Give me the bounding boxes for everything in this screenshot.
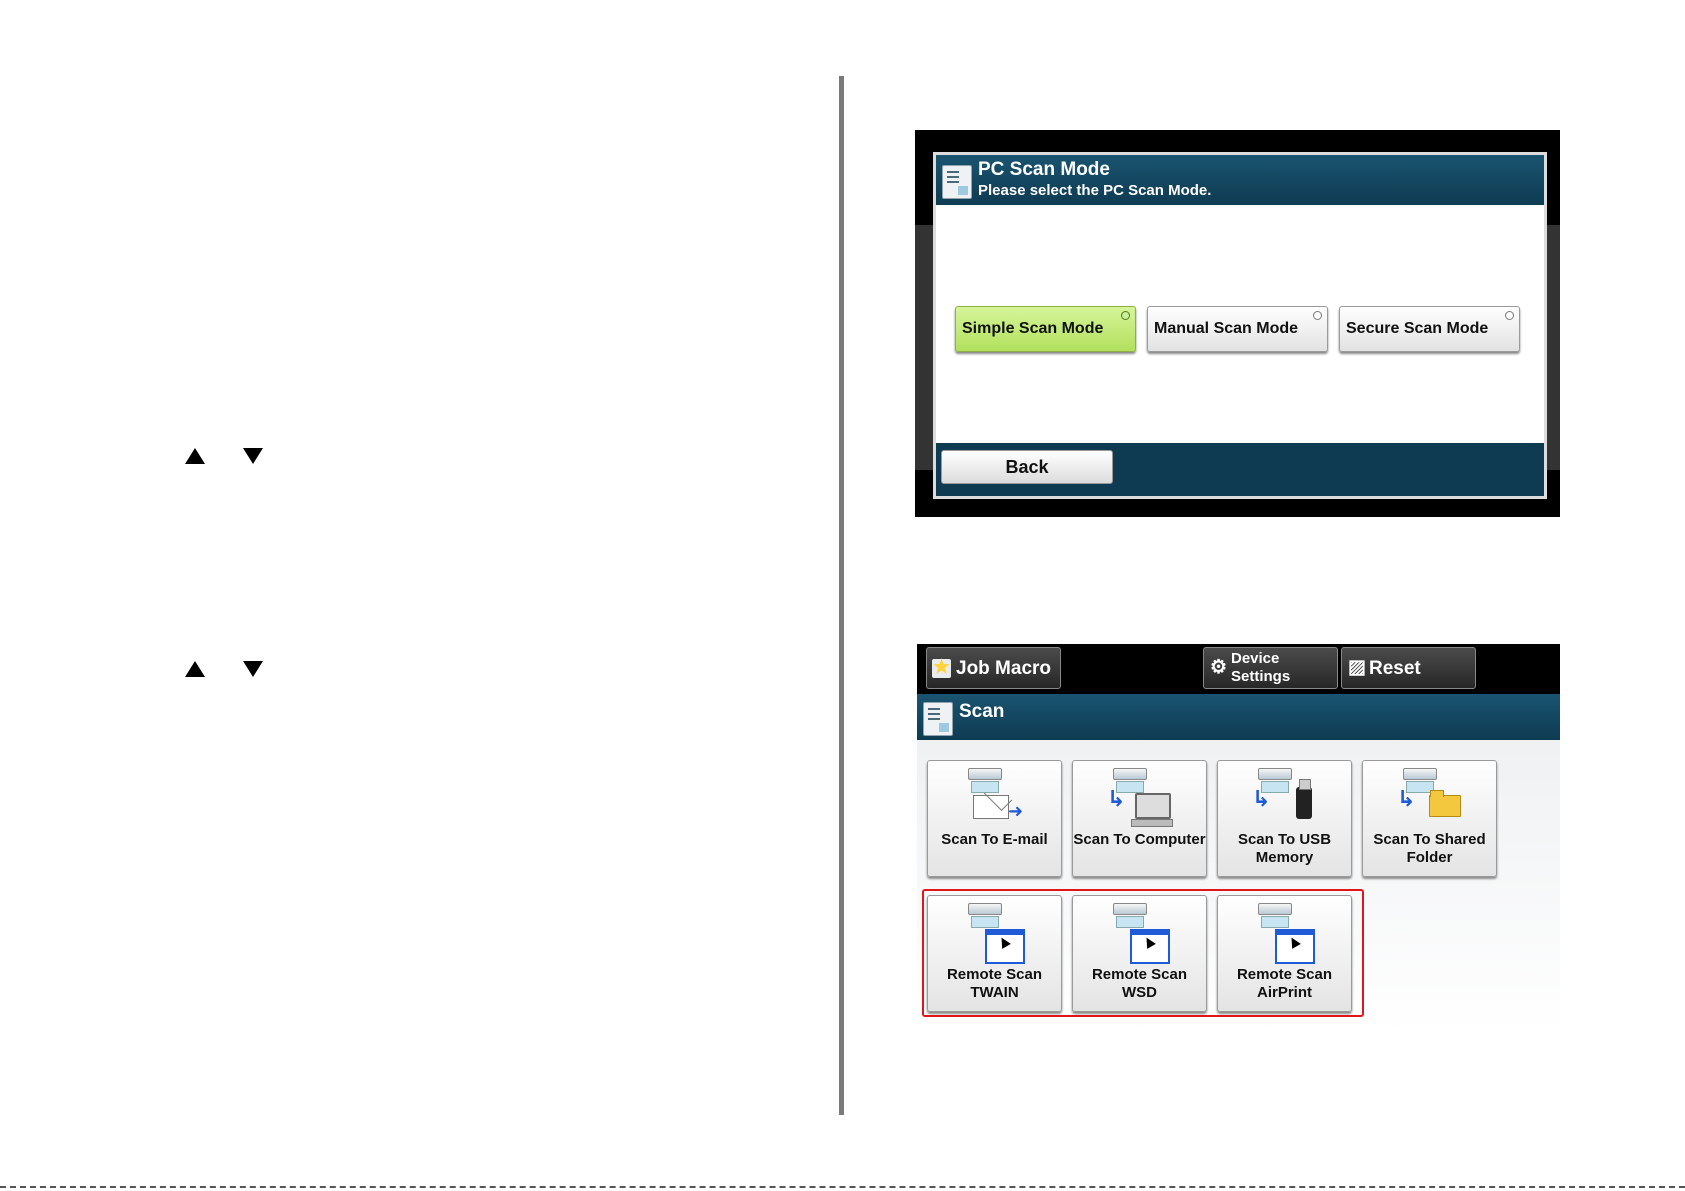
scan-to-usb-memory-tile[interactable]: ↳ Scan To USB Memory xyxy=(1217,760,1352,877)
gear-icon: ⚙ xyxy=(1210,657,1228,678)
selected-indicator-icon xyxy=(1121,311,1130,320)
screen-bezel xyxy=(915,225,933,470)
reset-label: Reset xyxy=(1369,658,1421,679)
dialog-frame: PC Scan Mode Please select the PC Scan M… xyxy=(933,152,1547,499)
tile-label: Scan To Shared Folder xyxy=(1373,831,1486,866)
dialog-body: Simple Scan Mode Manual Scan Mode Secure… xyxy=(936,205,1544,443)
remote-scan-highlight-box xyxy=(922,889,1364,1017)
simple-scan-mode-button[interactable]: Simple Scan Mode xyxy=(955,306,1136,352)
top-bar: ★ Job Macro ⚙ Device Settings ▨ Reset xyxy=(917,644,1560,694)
dialog-title: PC Scan Mode xyxy=(978,159,1110,180)
scanner-icon xyxy=(968,768,1002,793)
dialog-header: PC Scan Mode Please select the PC Scan M… xyxy=(936,155,1544,205)
mode-label: Secure Scan Mode xyxy=(1346,320,1489,337)
scan-document-icon xyxy=(923,702,953,736)
envelope-icon xyxy=(973,795,1009,819)
manual-scan-mode-button[interactable]: Manual Scan Mode xyxy=(1147,306,1328,352)
reset-button[interactable]: ▨ Reset xyxy=(1341,647,1476,689)
up-arrow-icon xyxy=(185,448,205,464)
scan-document-icon xyxy=(942,165,972,199)
dialog-subtitle: Please select the PC Scan Mode. xyxy=(978,182,1212,199)
page-bottom-rule xyxy=(0,1186,1685,1188)
mode-label: Simple Scan Mode xyxy=(962,320,1104,337)
unselected-indicator-icon xyxy=(1505,311,1514,320)
tile-label: Scan To USB Memory xyxy=(1237,831,1332,866)
scan-to-computer-tile[interactable]: ↳ Scan To Computer xyxy=(1072,760,1207,877)
device-settings-button[interactable]: ⚙ Device Settings xyxy=(1203,647,1338,689)
column-divider xyxy=(839,76,844,1115)
tile-label: Scan To E-mail xyxy=(941,831,1048,848)
curved-arrow-icon: ↳ xyxy=(1397,787,1416,812)
scan-to-email-tile[interactable]: ➜ Scan To E-mail xyxy=(927,760,1062,877)
curved-arrow-icon: ↳ xyxy=(1252,787,1271,812)
scan-to-shared-folder-tile[interactable]: ↳ Scan To Shared Folder xyxy=(1362,760,1497,877)
computer-icon xyxy=(1131,793,1173,827)
scanner-icon xyxy=(1403,768,1437,793)
up-arrow-icon xyxy=(185,661,205,677)
dialog-footer: Back xyxy=(936,443,1544,496)
device-settings-label: Device Settings xyxy=(1231,650,1291,685)
scan-header: Scan xyxy=(917,694,1560,740)
curved-arrow-icon: ↳ xyxy=(1107,787,1126,812)
scanner-icon xyxy=(1113,768,1147,793)
send-arrow-icon: ➜ xyxy=(1008,801,1024,822)
shared-folder-icon xyxy=(1429,790,1461,817)
reset-icon: ▨ xyxy=(1348,657,1366,678)
tile-label: Scan To Computer xyxy=(1073,831,1206,848)
mode-label: Manual Scan Mode xyxy=(1154,320,1299,337)
pc-scan-mode-screen: PC Scan Mode Please select the PC Scan M… xyxy=(915,130,1560,517)
secure-scan-mode-button[interactable]: Secure Scan Mode xyxy=(1339,306,1520,352)
scanner-icon xyxy=(1258,768,1292,793)
unselected-indicator-icon xyxy=(1313,311,1322,320)
back-button[interactable]: Back xyxy=(941,450,1113,484)
scan-title: Scan xyxy=(959,701,1005,722)
down-arrow-icon xyxy=(243,448,263,464)
star-icon: ★ xyxy=(933,657,951,678)
job-macro-button[interactable]: ★ Job Macro xyxy=(926,647,1061,689)
job-macro-label: Job Macro xyxy=(956,658,1052,679)
down-arrow-icon xyxy=(243,661,263,677)
usb-drive-icon xyxy=(1296,779,1312,819)
